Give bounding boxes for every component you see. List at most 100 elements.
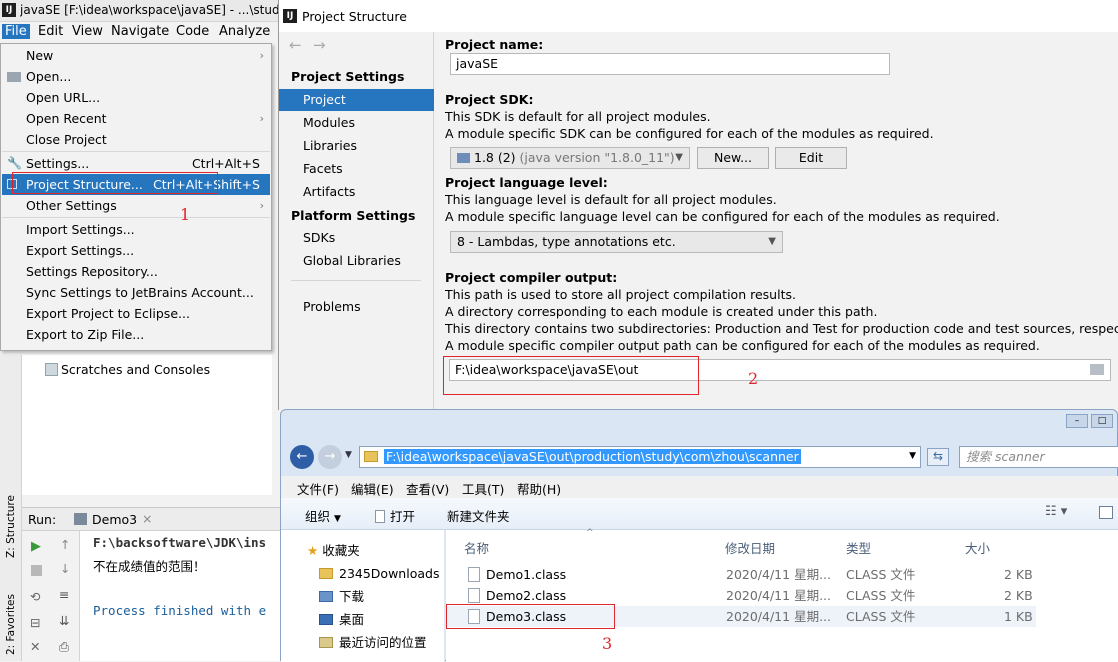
file-row[interactable]: Demo1.class 2020/4/11 星期... CLASS 文件 2 K…	[446, 564, 1036, 585]
history-dropdown-icon[interactable]: ▼	[345, 450, 352, 460]
tree-item-scratches[interactable]: Scratches and Consoles	[45, 362, 210, 377]
file-type: CLASS 文件	[846, 588, 916, 603]
language-level-select[interactable]: 8 - Lambdas, type annotations etc. ▼	[450, 231, 783, 253]
nav-facets[interactable]: Facets	[279, 158, 434, 180]
favorites-tab[interactable]: 2: Favorites	[5, 594, 17, 655]
menu-edit[interactable]: Edit	[35, 24, 66, 39]
nav-artifacts[interactable]: Artifacts	[279, 181, 434, 203]
new-sdk-button[interactable]: New...	[697, 147, 769, 169]
menu-item-open[interactable]: Open...	[2, 66, 270, 87]
nav-problems[interactable]: Problems	[279, 296, 434, 318]
annotation-box-3	[446, 604, 615, 629]
down-arrow-icon[interactable]: ↓	[60, 561, 70, 576]
open-button[interactable]: 打开	[375, 506, 415, 525]
minimize-button[interactable]: –	[1066, 414, 1088, 428]
menu-item-other-settings[interactable]: Other Settings ›	[2, 195, 270, 216]
file-row[interactable]: Demo2.class 2020/4/11 星期... CLASS 文件 2 K…	[446, 585, 1036, 606]
submenu-arrow-icon: ›	[259, 49, 264, 62]
menu-edit[interactable]: 编辑(E)	[351, 479, 394, 498]
nav-project[interactable]: Project	[279, 89, 434, 111]
file-size: 1 KB	[1004, 609, 1033, 624]
soft-wrap-icon[interactable]: ≡	[59, 587, 69, 602]
menu-help[interactable]: 帮助(H)	[517, 479, 561, 498]
menu-item-close-project[interactable]: Close Project	[2, 129, 270, 150]
structure-tab[interactable]: Z: Structure	[5, 495, 17, 558]
address-bar[interactable]: F:\idea\workspace\javaSE\out\production\…	[359, 446, 921, 468]
forward-button[interactable]: →	[318, 445, 342, 469]
menu-item-sync-settings[interactable]: Sync Settings to JetBrains Account...	[2, 282, 270, 303]
menu-item-export-eclipse[interactable]: Export Project to Eclipse...	[2, 303, 270, 324]
menu-tools[interactable]: 工具(T)	[462, 479, 504, 498]
print-icon[interactable]: ⎙	[59, 639, 69, 655]
organize-button[interactable]: 组织 ▼	[305, 506, 341, 525]
maximize-button[interactable]: □	[1091, 414, 1113, 428]
restore-layout-icon[interactable]: ⟲	[30, 589, 40, 604]
project-name-input[interactable]: javaSE	[450, 53, 890, 75]
back-arrow-icon[interactable]: ←	[289, 36, 302, 54]
address-path[interactable]: F:\idea\workspace\javaSE\out\production\…	[384, 449, 801, 464]
menu-separator	[2, 151, 270, 152]
menu-item-open-recent[interactable]: Open Recent ›	[2, 108, 270, 129]
pin-icon[interactable]: ⊟	[30, 615, 40, 630]
file-name: Demo2.class	[486, 588, 567, 603]
folder-icon	[319, 568, 333, 579]
annotation-number-2: 2	[748, 369, 759, 388]
project-sdk-select[interactable]: 1.8 (2) (java version "1.8.0_11") ▼	[450, 147, 690, 169]
view-options-icon[interactable]: ☷ ▾	[1045, 504, 1067, 519]
nav-libraries[interactable]: Libraries	[279, 135, 434, 157]
refresh-icon[interactable]: ⇆	[927, 448, 949, 466]
address-dropdown-icon[interactable]: ▼	[909, 451, 916, 461]
column-size[interactable]: 大小	[965, 538, 990, 557]
edit-sdk-button[interactable]: Edit	[775, 147, 847, 169]
menu-item-export-zip[interactable]: Export to Zip File...	[2, 324, 270, 345]
menu-file[interactable]: 文件(F)	[297, 479, 339, 498]
nav-sdks[interactable]: SDKs	[279, 227, 434, 249]
menu-view[interactable]: View	[69, 24, 106, 39]
menu-view[interactable]: 查看(V)	[406, 479, 449, 498]
language-level-label: Project language level:	[445, 175, 608, 190]
language-description: This language level is default for all p…	[445, 192, 777, 207]
run-toolbar: Run: Demo3 ×	[22, 507, 280, 531]
stop-icon[interactable]	[31, 565, 42, 576]
up-arrow-icon[interactable]: ↑	[60, 537, 70, 552]
preview-pane-icon[interactable]	[1099, 506, 1113, 519]
rerun-icon[interactable]: ▶	[31, 539, 41, 554]
output-description: This path is used to store all project c…	[445, 287, 796, 302]
nav-downloads[interactable]: 下载	[319, 586, 364, 608]
nav-favorites[interactable]: ★ 收藏夹	[307, 540, 360, 562]
scroll-end-icon[interactable]: ⇊	[59, 613, 69, 628]
menu-file[interactable]: File	[2, 24, 30, 39]
explorer-window: – □ ← → ▼ F:\idea\workspace\javaSE\out\p…	[280, 409, 1118, 662]
chevron-down-icon: ▼	[768, 236, 776, 247]
close-run-icon[interactable]: ✕	[30, 639, 40, 654]
column-type[interactable]: 类型	[846, 538, 871, 557]
search-input[interactable]: 搜索 scanner	[959, 446, 1118, 468]
new-folder-button[interactable]: 新建文件夹	[447, 506, 510, 525]
nav-label: 最近访问的位置	[339, 635, 427, 650]
menu-item-import-settings[interactable]: Import Settings...	[2, 219, 270, 240]
close-tab-icon[interactable]: ×	[142, 511, 152, 526]
column-name[interactable]: 名称	[464, 538, 489, 557]
nav-recent-places[interactable]: 最近访问的位置	[319, 632, 427, 654]
menu-item-export-settings[interactable]: Export Settings...	[2, 240, 270, 261]
nav-modules[interactable]: Modules	[279, 112, 434, 134]
nav-2345downloads[interactable]: 2345Downloads	[319, 563, 439, 585]
menu-item-new[interactable]: New ›	[2, 45, 270, 66]
ide-title: javaSE [F:\idea\workspace\javaSE] - ...\…	[20, 3, 278, 17]
run-tab-demo3[interactable]: Demo3	[92, 512, 137, 527]
column-date[interactable]: 修改日期	[725, 538, 775, 557]
menu-item-settings[interactable]: 🔧 Settings... Ctrl+Alt+S	[2, 153, 270, 174]
menu-separator	[2, 217, 270, 218]
menu-item-settings-repository[interactable]: Settings Repository...	[2, 261, 270, 282]
menu-analyze[interactable]: Analyze	[216, 24, 273, 39]
menu-navigate[interactable]: Navigate	[108, 24, 172, 39]
menu-item-label: Open...	[26, 69, 72, 84]
nav-global-libraries[interactable]: Global Libraries	[279, 250, 434, 272]
menu-item-open-url[interactable]: Open URL...	[2, 87, 270, 108]
nav-desktop[interactable]: 桌面	[319, 609, 364, 631]
forward-arrow-icon[interactable]: →	[313, 36, 326, 54]
recent-places-icon	[319, 637, 333, 648]
back-button[interactable]: ←	[290, 445, 314, 469]
menu-code[interactable]: Code	[173, 24, 212, 39]
browse-folder-icon[interactable]	[1090, 364, 1104, 375]
